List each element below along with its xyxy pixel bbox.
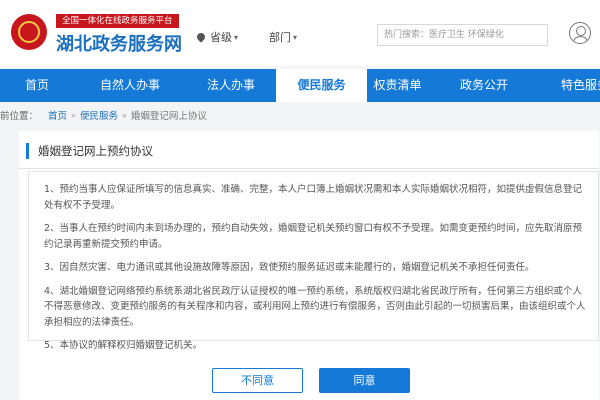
- chevron-right-icon: »: [121, 110, 127, 120]
- region-selector[interactable]: 省级 ▾: [195, 29, 239, 45]
- agreement-terms[interactable]: 1、预约当事人应保证所填写的信息真实、准确、完整，本人户口簿上婚姻状况需和本人实…: [28, 171, 599, 351]
- location-pin-icon: [195, 31, 207, 43]
- breadcrumb-prefix: 前位置：: [0, 111, 39, 122]
- emblem-ring: [18, 21, 40, 43]
- main-navigation: 首页 自然人办事 法人办事 便民服务 权责清单 政务公开 特色服务: [0, 69, 600, 102]
- user-account-icon[interactable]: [569, 22, 591, 44]
- disagree-button[interactable]: 不同意: [212, 368, 303, 393]
- agreement-panel: 婚姻登记网上预约协议 1、预约当事人应保证所填写的信息真实、准确、完整，本人户口…: [19, 131, 599, 400]
- breadcrumb-current: 婚姻登记网上协议: [130, 111, 207, 122]
- nav-government-affairs[interactable]: 政务公开: [428, 69, 540, 102]
- nav-convenience-services[interactable]: 便民服务: [276, 69, 367, 102]
- chevron-down-icon: ▾: [293, 32, 298, 42]
- department-selector[interactable]: 部门 ▾: [269, 29, 297, 45]
- search-input[interactable]: [377, 24, 548, 46]
- hubei-emblem-logo[interactable]: [11, 14, 47, 50]
- breadcrumb: 前位置： 首页 » 便民服务 » 婚姻登记网上协议: [0, 107, 207, 123]
- site-header: 全国一体化在线政务服务平台 湖北政务服务网 省级 ▾ 部门 ▾: [0, 0, 600, 66]
- agree-button[interactable]: 同意: [319, 368, 410, 393]
- title-divider: [19, 168, 599, 169]
- department-label: 部门: [269, 31, 291, 44]
- nav-home[interactable]: 首页: [0, 69, 74, 102]
- agreement-clause: 5、本协议的解释权归婚姻登记机关。: [44, 340, 203, 351]
- agreement-clause: 2、当事人在预约时间内未到场办理的，预约自动失效，婚姻登记机关预约窗口有权不予受…: [44, 223, 583, 250]
- nav-responsibility-list[interactable]: 权责清单: [367, 69, 428, 102]
- page-title: 婚姻登记网上预约协议: [26, 143, 153, 159]
- agreement-clause: 1、预约当事人应保证所填写的信息真实、准确、完整，本人户口簿上婚姻状况需和本人实…: [44, 184, 583, 211]
- nav-featured-services[interactable]: 特色服务: [540, 69, 600, 102]
- region-label: 省级: [210, 31, 232, 44]
- site-title[interactable]: 湖北政务服务网: [56, 30, 182, 56]
- chevron-down-icon: ▾: [234, 32, 239, 42]
- chevron-right-icon: »: [71, 110, 76, 120]
- platform-tagline: 全国一体化在线政务服务平台: [56, 14, 179, 28]
- breadcrumb-convenience[interactable]: 便民服务: [80, 108, 118, 122]
- agreement-clause: 3、因自然灾害、电力通讯或其他设施故障等原因，致使预约服务延迟或未能履行的，婚姻…: [44, 262, 535, 273]
- nav-legal-person-services[interactable]: 法人办事: [186, 69, 276, 102]
- agreement-clause: 4、湖北婚姻登记网络预约系统系湖北省民政厅认证授权的唯一预约系统，系统版权归湖北…: [44, 285, 586, 328]
- nav-individual-services[interactable]: 自然人办事: [74, 69, 186, 102]
- breadcrumb-home[interactable]: 首页: [48, 108, 67, 122]
